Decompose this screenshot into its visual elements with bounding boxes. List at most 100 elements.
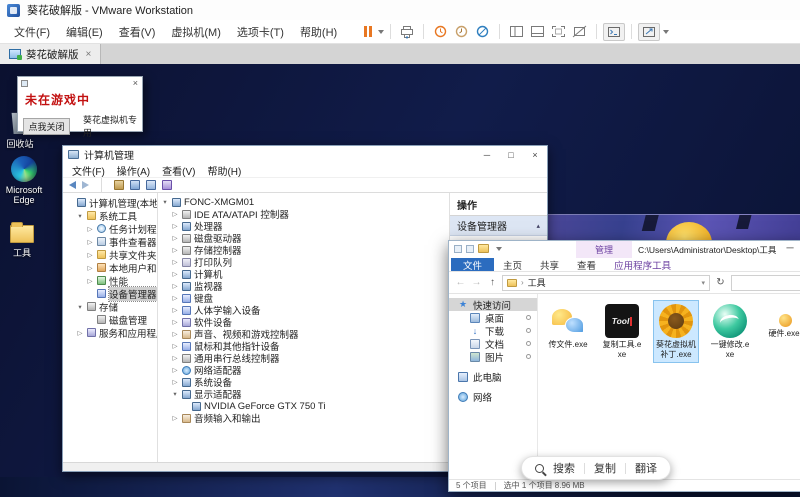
console-view-button[interactable] [603, 23, 625, 41]
file-tile[interactable]: 一键修改.exe [707, 300, 753, 363]
pill-copy-button[interactable]: 复制 [594, 460, 616, 476]
manage-contextual-tab[interactable]: 管理 [576, 241, 632, 258]
expander-icon[interactable]: ▷ [171, 246, 179, 254]
expander-icon[interactable]: ▷ [171, 378, 179, 386]
cm-menu-item[interactable]: 文件(F) [66, 163, 111, 178]
expander-icon[interactable]: ▷ [171, 318, 179, 326]
export-list-icon[interactable] [114, 180, 124, 190]
revert-snapshot-button[interactable] [451, 23, 472, 41]
file-tile[interactable]: 硬件.exe [761, 300, 800, 343]
thumbnail-bar-toggle[interactable] [527, 23, 548, 41]
vm-tab-close-icon[interactable]: × [86, 49, 92, 60]
menu-item[interactable]: 编辑(E) [58, 24, 111, 40]
cm-menu-item[interactable]: 帮助(H) [201, 163, 247, 178]
expander-icon[interactable]: ▷ [171, 414, 179, 422]
menu-item[interactable]: 文件(F) [6, 24, 58, 40]
close-me-button[interactable]: 点我关闭 [23, 118, 70, 135]
back-icon[interactable]: ← [454, 277, 467, 288]
expander-icon[interactable]: ▷ [171, 294, 179, 302]
expander-icon[interactable]: ▷ [171, 234, 179, 242]
pause-button[interactable] [361, 23, 375, 41]
expander-icon[interactable]: ▷ [86, 238, 94, 246]
console-tree-item[interactable]: ▾ 存储 [63, 300, 157, 313]
up-icon[interactable]: ↑ [486, 277, 499, 288]
expander-icon[interactable]: ▾ [76, 303, 84, 311]
expander-icon[interactable]: ▷ [86, 277, 94, 285]
nav-item[interactable]: 快速访问 [449, 298, 537, 311]
expander-icon[interactable]: ▾ [161, 198, 169, 206]
cm-menu-item[interactable]: 查看(V) [156, 163, 201, 178]
desktop-icon[interactable]: 工具 [0, 220, 50, 259]
expander-icon[interactable]: ▷ [171, 270, 179, 278]
expander-icon[interactable]: ▷ [86, 264, 94, 272]
stretch-guest-button[interactable] [638, 23, 660, 41]
forward-icon[interactable]: → [470, 277, 483, 288]
expander-icon[interactable]: ▷ [171, 354, 179, 362]
console-tree-item[interactable]: ▷ 本地用户和组 [63, 261, 157, 274]
console-tree-item[interactable]: ▷ 共享文件夹 [63, 248, 157, 261]
forward-icon[interactable] [82, 181, 89, 189]
device-tree-item[interactable]: ▾ 显示适配器 [158, 388, 449, 400]
expander-icon[interactable]: ▷ [171, 366, 179, 374]
take-snapshot-button[interactable] [430, 23, 451, 41]
console-tree-item[interactable]: ▷ 事件查看器 [63, 235, 157, 248]
explorer-minimize-button[interactable]: ─ [779, 241, 800, 256]
nav-item[interactable]: 桌面 [449, 311, 537, 324]
expander-icon[interactable]: ▷ [171, 222, 179, 230]
expander-icon[interactable]: ▷ [171, 342, 179, 350]
snapshot-manager-button[interactable] [472, 23, 493, 41]
desktop-icon[interactable]: Microsoft Edge [0, 156, 52, 205]
dialog-close-icon[interactable]: × [133, 79, 138, 88]
library-panel-toggle[interactable] [506, 23, 527, 41]
nav-item[interactable]: 此电脑 [449, 370, 537, 383]
back-icon[interactable] [69, 181, 76, 189]
device-tree-item[interactable]: ▷ 音频输入和输出 [158, 412, 449, 424]
console-tree-item[interactable]: 计算机管理(本地) [63, 196, 157, 209]
expander-icon[interactable]: ▷ [171, 330, 179, 338]
ribbon-tab[interactable]: 应用程序工具 [605, 258, 680, 271]
cm-maximize-button[interactable]: □ [499, 147, 523, 163]
unity-mode-button[interactable] [569, 23, 590, 41]
ribbon-tab[interactable]: 查看 [568, 258, 605, 271]
qat-icon[interactable] [454, 245, 462, 253]
properties-icon[interactable] [146, 180, 156, 190]
expander-icon[interactable]: ▾ [171, 390, 179, 398]
cm-minimize-button[interactable]: ─ [475, 147, 499, 163]
expander-icon[interactable]: ▷ [171, 282, 179, 290]
breadcrumb-folder[interactable]: 工具 [528, 276, 546, 289]
show-console-tree-icon[interactable] [130, 180, 140, 190]
expander-icon[interactable]: ▷ [76, 329, 84, 337]
nav-item[interactable]: 图片 [449, 350, 537, 363]
nav-item[interactable]: 网络 [449, 390, 537, 403]
expander-icon[interactable]: ▷ [86, 225, 94, 233]
console-tree-item[interactable]: ▷ 性能 [63, 274, 157, 287]
vm-tab[interactable]: 葵花破解版 × [0, 44, 101, 64]
console-tree-item[interactable]: 磁盘管理 [63, 313, 157, 326]
ctrl-alt-del-button[interactable] [397, 23, 417, 41]
menu-item[interactable]: 查看(V) [111, 24, 164, 40]
search-input[interactable] [731, 275, 800, 291]
qat-dropdown-icon[interactable] [496, 247, 502, 251]
expander-icon[interactable]: ▷ [171, 306, 179, 314]
expander-icon[interactable]: ▾ [76, 212, 84, 220]
pause-dropdown-icon[interactable] [378, 30, 384, 34]
console-tree-item[interactable]: 设备管理器 [63, 287, 157, 300]
breadcrumb[interactable]: › 工具 ▾ [502, 275, 710, 291]
file-tile[interactable]: 葵花虚拟机补丁.exe [653, 300, 699, 363]
cm-menu-item[interactable]: 操作(A) [111, 163, 156, 178]
file-tile[interactable]: 传文件.exe [545, 300, 591, 354]
cm-close-button[interactable]: × [523, 147, 547, 163]
actions-section[interactable]: 设备管理器 [450, 216, 547, 236]
ribbon-tab[interactable]: 主页 [494, 258, 531, 271]
expander-icon[interactable]: ▷ [171, 258, 179, 266]
menu-item[interactable]: 帮助(H) [292, 24, 345, 40]
file-tile[interactable]: Tool 复制工具.exe [599, 300, 645, 363]
refresh-icon[interactable]: ↻ [713, 277, 728, 288]
console-tree-item[interactable]: ▷ 任务计划程序 [63, 222, 157, 235]
expander-icon[interactable]: ▷ [171, 210, 179, 218]
pill-search-button[interactable]: 搜索 [553, 460, 575, 476]
expander-icon[interactable]: ▷ [86, 251, 94, 259]
qat-icon[interactable] [466, 245, 474, 253]
console-tree-item[interactable]: ▷ 服务和应用程序 [63, 326, 157, 339]
nav-item[interactable]: 下载 [449, 324, 537, 337]
